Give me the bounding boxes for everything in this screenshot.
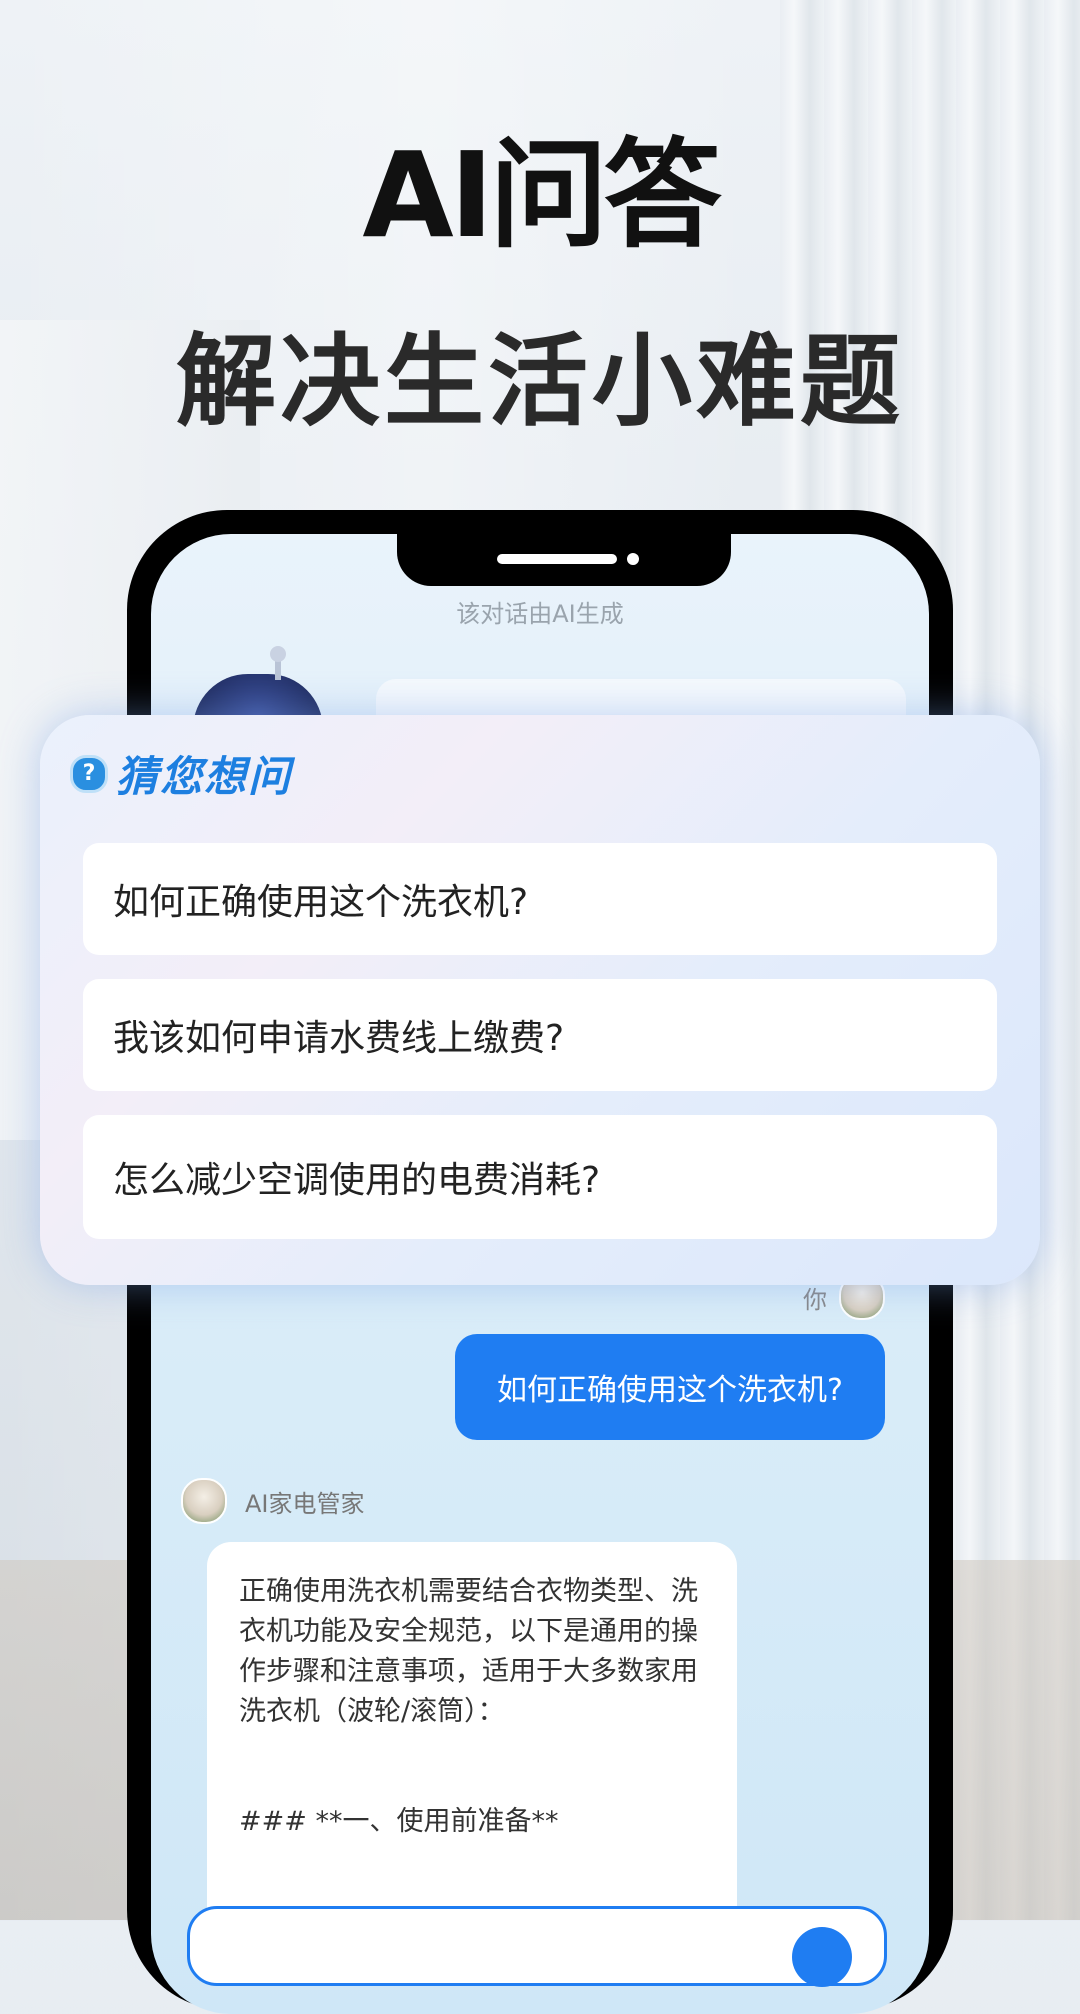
page-title-text: AI问答 [362,126,721,264]
ai-header: AI家电管家 [181,1478,365,1524]
camera-dot [627,553,639,565]
robot-antenna-ball [270,646,286,662]
ai-name: AI家电管家 [245,1489,365,1518]
page-subtitle: 解决生活小难题 [176,323,904,440]
headline: AI问答 [0,130,1080,264]
speaker-bar [497,554,617,564]
ai-message-heading: ### **一、使用前准备** [239,1806,559,1837]
page-title: AI问答 [302,130,783,264]
user-message-bubble: 如何正确使用这个洗衣机? [455,1334,885,1440]
suggestion-title: 猜您想问 [116,752,293,801]
ai-message-bubble: 正确使用洗衣机需要结合衣物类型、洗衣机功能及安全规范，以下是通用的操作步骤和注意… [207,1542,737,1962]
phone-notch [397,534,731,586]
suggestion-item[interactable]: 如何正确使用这个洗衣机? [83,843,997,955]
suggestion-card: ? 猜您想问 如何正确使用这个洗衣机? 我该如何申请水费线上缴费? 怎么减少空调… [40,715,1040,1285]
ai-avatar[interactable] [181,1478,227,1524]
suggestion-header: ? 猜您想问 [70,743,292,804]
suggestion-item[interactable]: 怎么减少空调使用的电费消耗? [83,1115,997,1239]
chat-input[interactable] [187,1906,887,1987]
question-circle-icon: ? [70,754,108,793]
ai-message-text: 正确使用洗衣机需要结合衣物类型、洗衣机功能及安全规范，以下是通用的操作步骤和注意… [239,1576,698,1727]
suggestion-item[interactable]: 我该如何申请水费线上缴费? [83,979,997,1091]
ai-generated-note: 该对话由AI生成 [456,600,624,628]
send-icon[interactable] [792,1927,852,1987]
